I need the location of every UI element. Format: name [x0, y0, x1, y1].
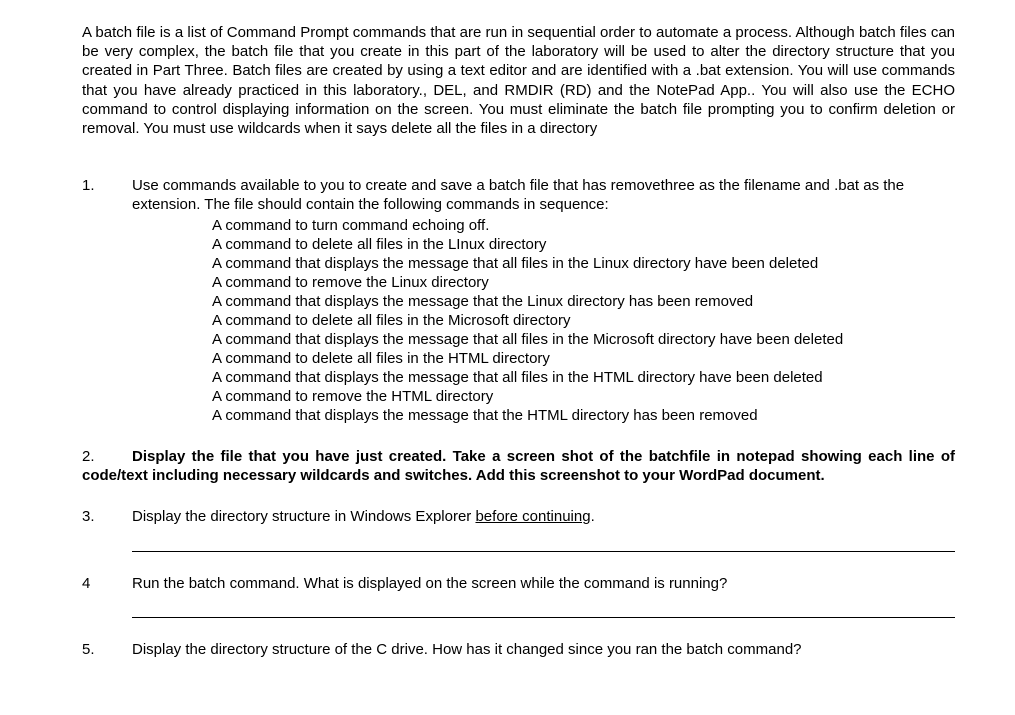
- step-lead: Use commands available to you to create …: [132, 177, 904, 213]
- step-text-post: .: [591, 508, 595, 525]
- command-item: A command to remove the Linux directory: [212, 273, 955, 292]
- step-number: 4: [82, 574, 132, 593]
- command-item: A command to delete all files in the HTM…: [212, 349, 955, 368]
- step-number: 1.: [82, 176, 132, 195]
- command-item: A command to delete all files in the Mic…: [212, 311, 955, 330]
- step-5: 5. Display the directory structure of th…: [82, 640, 955, 659]
- command-item: A command that displays the message that…: [212, 254, 955, 273]
- step-text: Run the batch command. What is displayed…: [132, 574, 955, 593]
- step-1: 1. Use commands available to you to crea…: [82, 176, 955, 425]
- step-number: 5.: [82, 640, 132, 659]
- step-body: Use commands available to you to create …: [132, 176, 955, 425]
- command-item: A command to turn command echoing off.: [212, 216, 955, 235]
- command-item: A command that displays the message that…: [212, 330, 955, 349]
- command-item: A command that displays the message that…: [212, 406, 955, 425]
- step-text: Display the directory structure of the C…: [132, 640, 955, 659]
- document-page: A batch file is a list of Command Prompt…: [0, 0, 1015, 701]
- command-item: A command that displays the message that…: [212, 368, 955, 387]
- command-list: A command to turn command echoing off. A…: [132, 216, 955, 426]
- command-item: A command that displays the message that…: [212, 292, 955, 311]
- command-item: A command to remove the HTML directory: [212, 387, 955, 406]
- command-item: A command to delete all files in the LIn…: [212, 235, 955, 254]
- step-text-pre: Display the directory structure in Windo…: [132, 508, 475, 525]
- step-number: 2.: [82, 447, 132, 466]
- step-number: 3.: [82, 507, 132, 526]
- answer-blank: [132, 529, 955, 552]
- answer-blank: [132, 595, 955, 618]
- steps-list: 1. Use commands available to you to crea…: [82, 176, 955, 659]
- step-text: Display the file that you have just crea…: [82, 448, 955, 484]
- step-3: 3. Display the directory structure in Wi…: [82, 507, 955, 551]
- step-2: 2.Display the file that you have just cr…: [82, 447, 955, 485]
- step-text-underline: before continuing: [475, 508, 590, 525]
- step-body: Display the directory structure in Windo…: [132, 507, 955, 526]
- step-4: 4 Run the batch command. What is display…: [82, 574, 955, 618]
- intro-paragraph: A batch file is a list of Command Prompt…: [82, 23, 955, 138]
